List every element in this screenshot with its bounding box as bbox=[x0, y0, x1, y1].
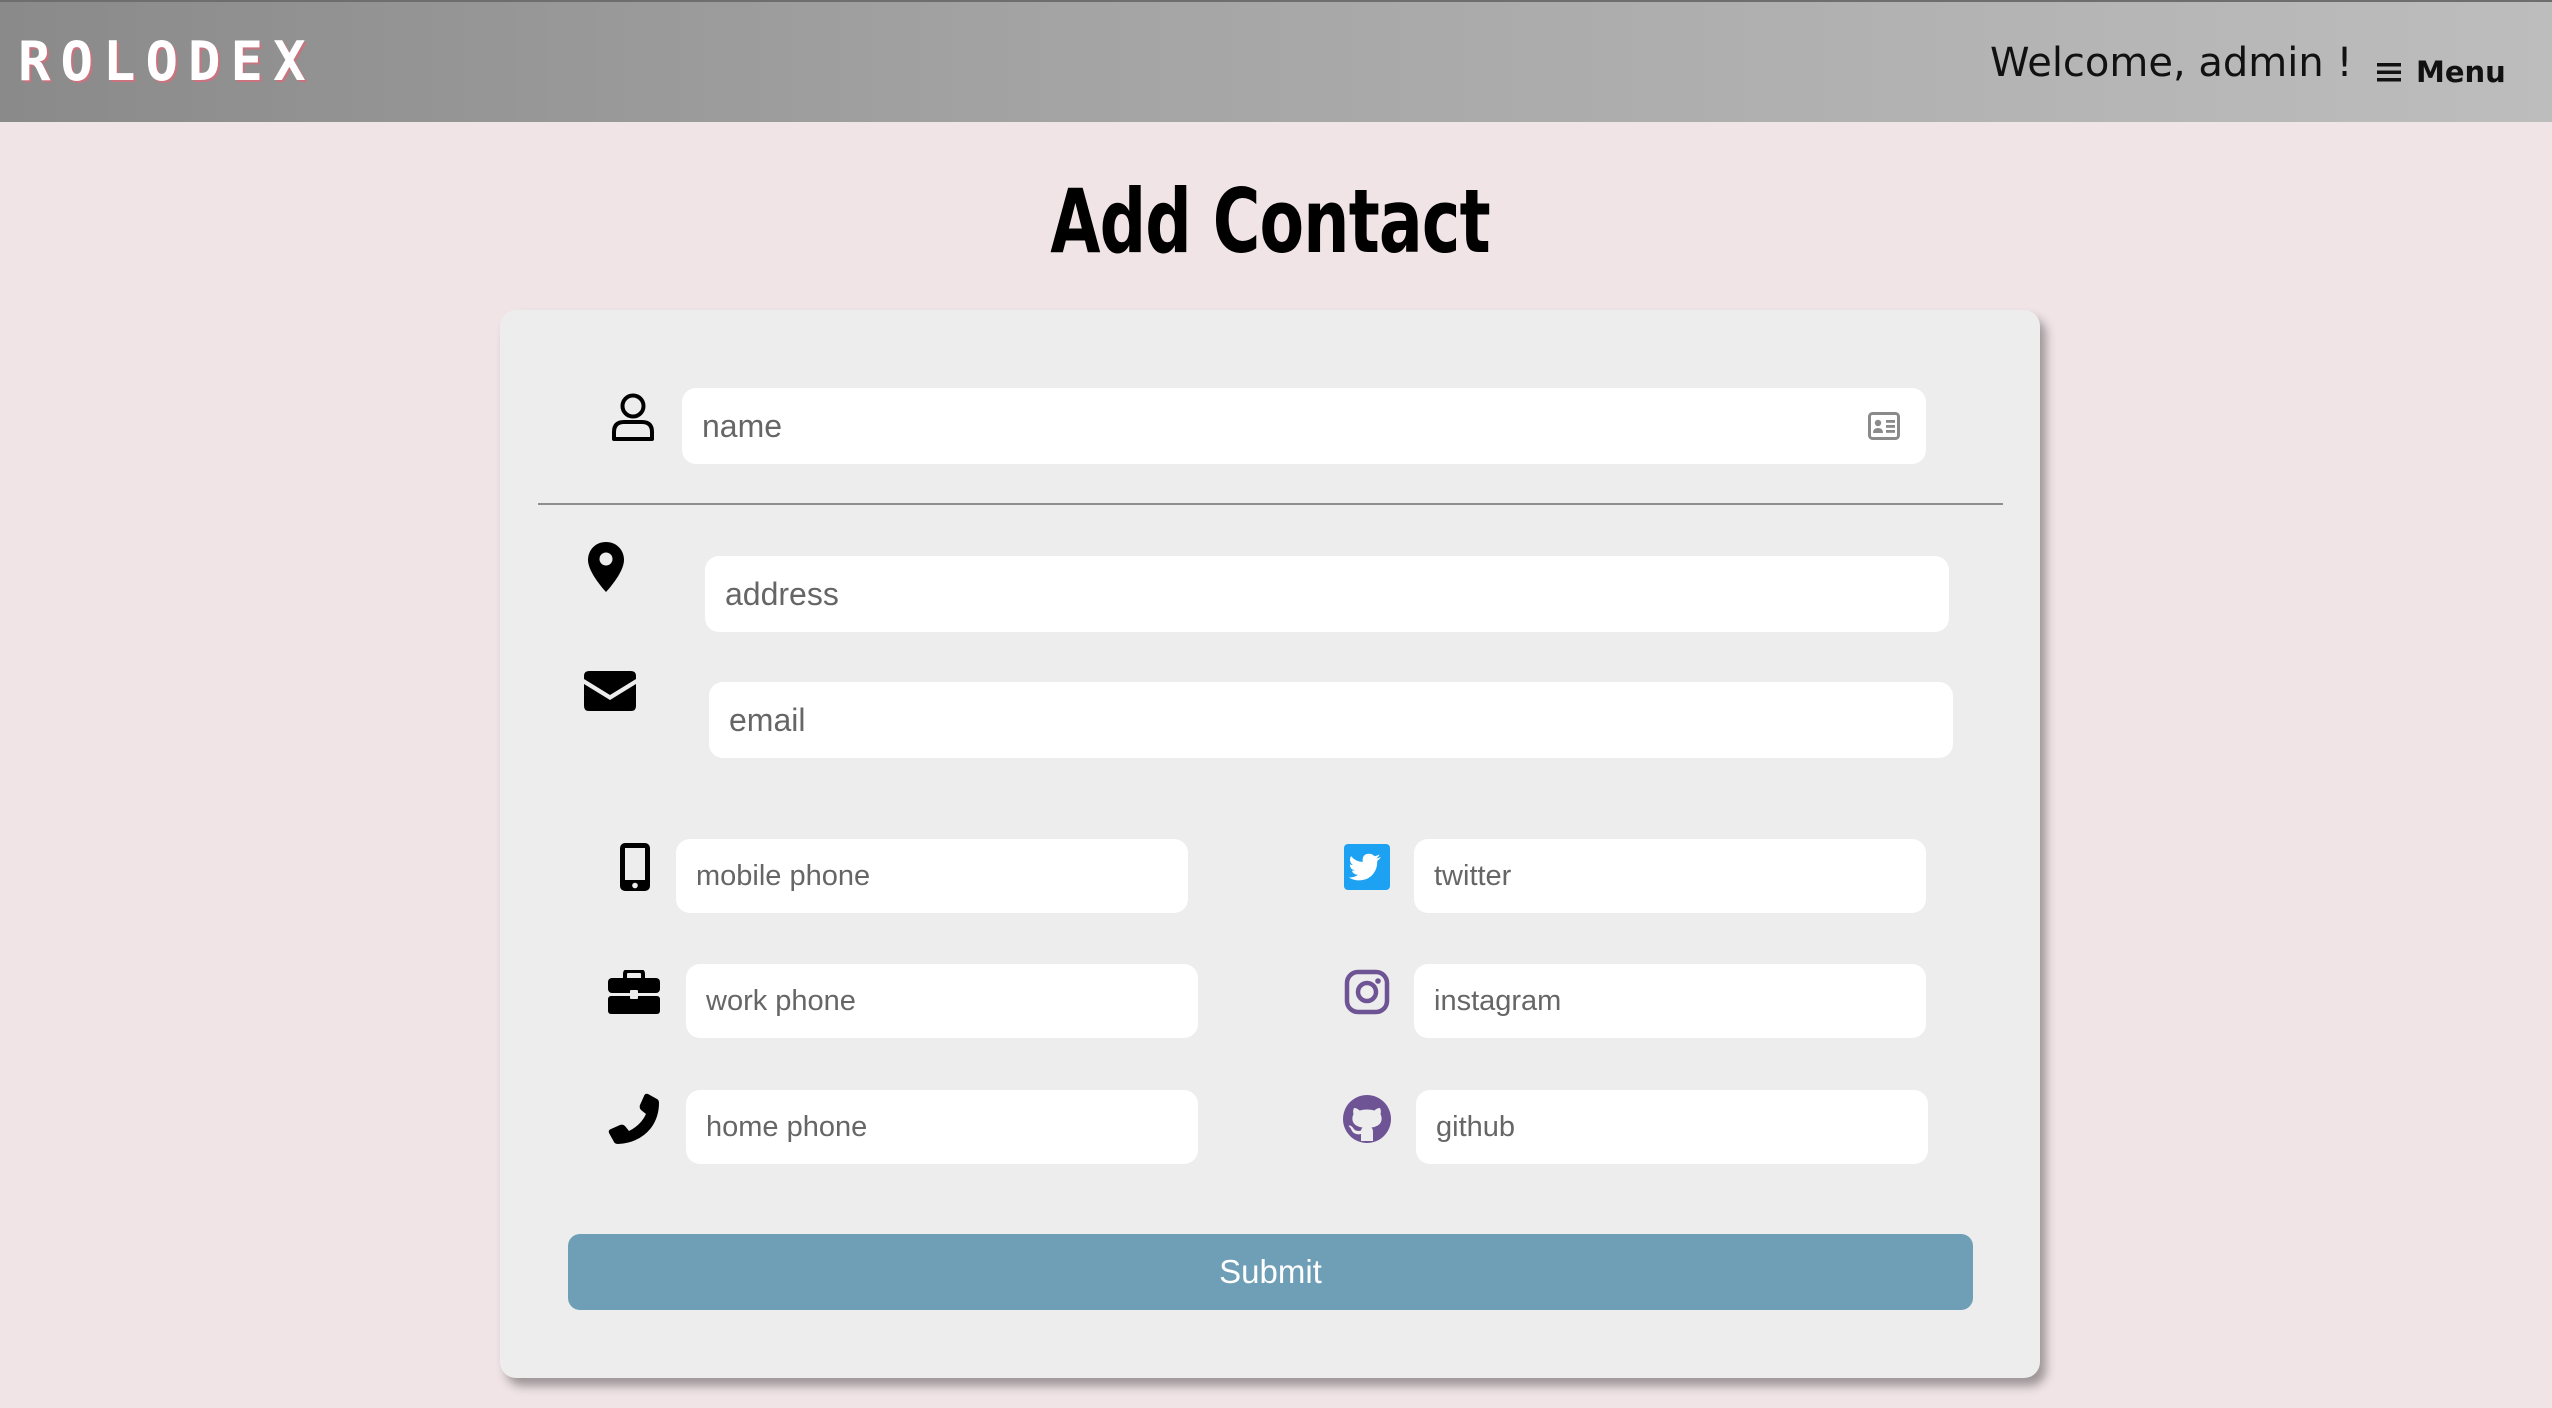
work-phone-input[interactable] bbox=[686, 964, 1198, 1038]
github-input[interactable] bbox=[1416, 1090, 1928, 1164]
mobile-icon bbox=[620, 843, 650, 891]
welcome-text: Welcome, admin ! bbox=[1990, 40, 2353, 86]
add-contact-form: Submit bbox=[500, 310, 2040, 1378]
section-divider bbox=[538, 503, 2003, 505]
mobile-phone-input[interactable] bbox=[676, 839, 1188, 913]
instagram-input[interactable] bbox=[1414, 964, 1926, 1038]
github-icon bbox=[1343, 1095, 1391, 1143]
email-input[interactable] bbox=[709, 682, 1953, 758]
envelope-icon bbox=[584, 671, 636, 711]
briefcase-icon bbox=[608, 970, 660, 1014]
phone-icon bbox=[608, 1093, 659, 1144]
twitter-input[interactable] bbox=[1414, 839, 1926, 913]
id-card-icon bbox=[1868, 412, 1900, 440]
user-icon bbox=[612, 393, 654, 441]
map-pin-icon bbox=[588, 542, 624, 592]
menu-label: Menu bbox=[2416, 55, 2506, 89]
name-input[interactable] bbox=[682, 388, 1926, 464]
page-title: Add Contact bbox=[1050, 170, 1490, 273]
home-phone-input[interactable] bbox=[686, 1090, 1198, 1164]
instagram-icon bbox=[1344, 969, 1390, 1015]
submit-button[interactable]: Submit bbox=[568, 1234, 1973, 1310]
app-logo[interactable]: ROLODEX bbox=[18, 30, 316, 93]
hamburger-icon bbox=[2377, 63, 2401, 82]
top-navbar: ROLODEX Welcome, admin ! Menu bbox=[0, 0, 2552, 122]
address-input[interactable] bbox=[705, 556, 1949, 632]
menu-button[interactable]: Menu bbox=[2376, 52, 2506, 92]
twitter-icon bbox=[1344, 844, 1390, 890]
